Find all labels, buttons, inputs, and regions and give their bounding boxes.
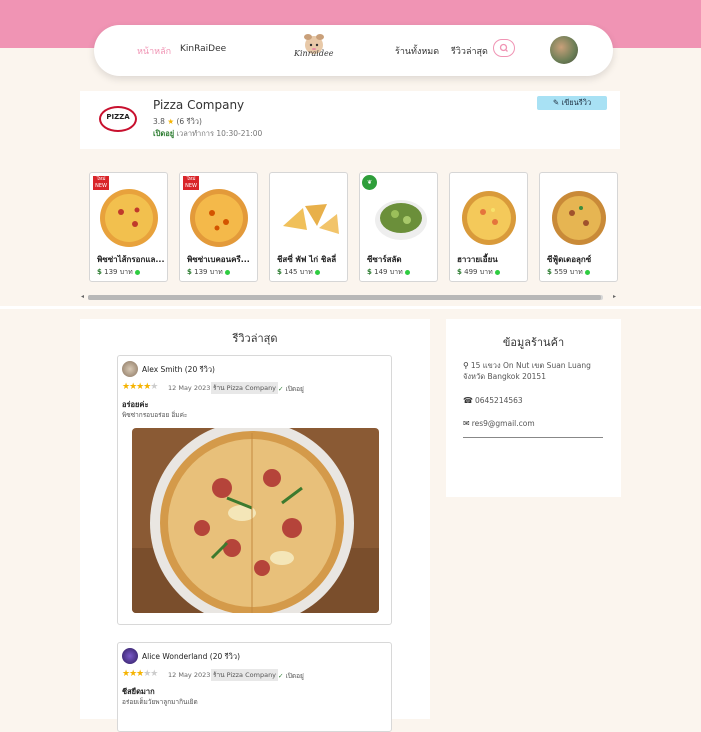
available-dot	[584, 269, 590, 275]
shop-phone: ☎ 0645214563	[463, 396, 523, 405]
available-dot	[134, 269, 140, 275]
reviewer-avatar[interactable]	[122, 648, 138, 664]
shop-hours: เปิดอยู่ เวลาทำการ 10:30-21:00	[153, 129, 263, 138]
info-title: ข้อมูลร้านค้า	[502, 336, 565, 349]
menu-price: $ 139 บาท	[187, 267, 230, 278]
menu-card[interactable]: ซีฟู้ดเดอลุกซ์ $ 559 บาท	[539, 172, 618, 282]
navbar: หน้าหลัก KinRaiDee Kinraidee ร้านทั้งหมด…	[94, 25, 613, 76]
menu-price: $ 559 บาท	[547, 267, 590, 278]
user-avatar[interactable]	[550, 36, 578, 64]
new-badge: ใหม่ NEW	[183, 176, 199, 190]
scroll-thumb[interactable]	[88, 295, 601, 300]
menu-card[interactable]: ❦ ซีซาร์สลัด $ 149 บาท	[359, 172, 438, 282]
review-card[interactable]: Alex Smith (20 รีวิว) ★★★★★ 12 May 2023 …	[117, 355, 392, 625]
review-date: 12 May 2023	[168, 384, 211, 392]
star-icon: ★	[167, 117, 175, 126]
section-divider	[0, 306, 701, 309]
menu-name: ฮาวายเอี้ยน	[457, 255, 498, 264]
shop-address: ⚲ 15 แขวง On Nut เขต Suan Luang จังหวัด B…	[463, 361, 591, 381]
review-shop-tag[interactable]: ร้าน Pizza Company	[211, 669, 279, 681]
menu-scrollbar[interactable]: ◂ ▸	[80, 293, 620, 302]
search-icon	[499, 43, 508, 52]
nav-brand-link[interactable]: KinRaiDee	[180, 44, 226, 54]
menu-name: พิซซ่าเบคอนครี...	[187, 255, 250, 264]
review-shop-tag[interactable]: ร้าน Pizza Company	[211, 382, 279, 394]
review-photo[interactable]	[132, 428, 379, 613]
shop-rating: 3.8 ★ (6 รีวิว)	[153, 117, 202, 126]
available-dot	[314, 269, 320, 275]
reviews-title: รีวิวล่าสุด	[232, 332, 278, 345]
location-pin-icon: ⚲	[463, 361, 469, 370]
nav-all-shops-link[interactable]: ร้านทั้งหมด	[395, 44, 439, 58]
menu-image	[462, 191, 516, 245]
nav-latest-reviews-link[interactable]: รีวิวล่าสุด	[451, 44, 488, 58]
menu-card[interactable]: ใหม่ NEW พิซซ่าไส้กรอกแล... $ 139 บาท	[89, 172, 168, 282]
shop-email: ✉ res9@gmail.com	[463, 419, 535, 428]
menu-name: ซีซาร์สลัด	[367, 255, 402, 264]
check-icon: ✓	[278, 385, 284, 393]
open-status: ✓ เปิดอยู่	[278, 385, 304, 393]
scroll-left-icon[interactable]: ◂	[81, 293, 84, 300]
menu-card[interactable]: ชีสซี่ พัฟ ไก่ ชิลลี่ $ 145 บาท	[269, 172, 348, 282]
write-review-button[interactable]: ✎ เขียนรีวิว	[537, 96, 607, 110]
available-dot	[404, 269, 410, 275]
menu-price: $ 145 บาท	[277, 267, 320, 278]
divider	[463, 437, 603, 438]
menu-price: $ 149 บาท	[367, 267, 410, 278]
menu-name: พิซซ่าไส้กรอกแล...	[97, 255, 165, 264]
review-date: 12 May 2023	[168, 671, 211, 679]
available-dot	[224, 269, 230, 275]
rating-stars: ★★★★★	[122, 669, 158, 679]
new-badge: ใหม่ NEW	[93, 176, 109, 190]
menu-price: $ 499 บาท	[457, 267, 500, 278]
mail-icon: ✉	[463, 419, 470, 428]
shop-logo: PIZZA	[99, 106, 137, 132]
search-button[interactable]	[493, 39, 515, 57]
menu-price: $ 139 บาท	[97, 267, 140, 278]
open-status: ✓ เปิดอยู่	[278, 672, 304, 680]
review-body: อร่อยเต็มวัยพาลูกมากินเยิด	[122, 698, 198, 706]
veg-badge: ❦	[362, 175, 377, 190]
reviews-panel: รีวิวล่าสุด Alex Smith (20 รีวิว) ★★★★★ …	[80, 319, 430, 732]
review-body: พิซซ่ากรอบอร่อย อิ่มค่ะ	[122, 411, 188, 419]
menu-card[interactable]: ฮาวายเอี้ยน $ 499 บาท	[449, 172, 528, 282]
rating-stars: ★★★★★	[122, 382, 158, 392]
logo-text: Kinraidee	[294, 49, 334, 58]
shop-header: PIZZA Pizza Company 3.8 ★ (6 รีวิว) เปิด…	[80, 91, 620, 149]
menu-name: ชีสซี่ พัฟ ไก่ ชิลลี่	[277, 255, 337, 264]
reviewer-avatar[interactable]	[122, 361, 138, 377]
open-status: เปิดอยู่	[153, 129, 175, 138]
menu-name: ซีฟู้ดเดอลุกซ์	[547, 255, 592, 264]
scroll-right-icon[interactable]: ▸	[613, 293, 616, 300]
pencil-icon: ✎	[552, 98, 560, 107]
review-card[interactable]: Alice Wonderland (20 รีวิว) ★★★★★ 12 May…	[117, 642, 392, 732]
reviewer-name[interactable]: Alice Wonderland (20 รีวิว)	[142, 651, 240, 663]
menu-image	[283, 204, 339, 234]
shop-name: Pizza Company	[153, 98, 245, 112]
available-dot	[494, 269, 500, 275]
menu-image	[375, 200, 427, 240]
shop-info-panel: ข้อมูลร้านค้า ⚲ 15 แขวง On Nut เขต Suan L…	[446, 319, 621, 497]
check-icon: ✓	[278, 672, 284, 680]
nav-home-link[interactable]: หน้าหลัก	[137, 44, 171, 58]
menu-card[interactable]: ใหม่ NEW พิซซ่าเบคอนครี... $ 139 บาท	[179, 172, 258, 282]
menu-image	[552, 191, 606, 245]
phone-icon: ☎	[463, 396, 473, 405]
reviewer-name[interactable]: Alex Smith (20 รีวิว)	[142, 364, 215, 376]
